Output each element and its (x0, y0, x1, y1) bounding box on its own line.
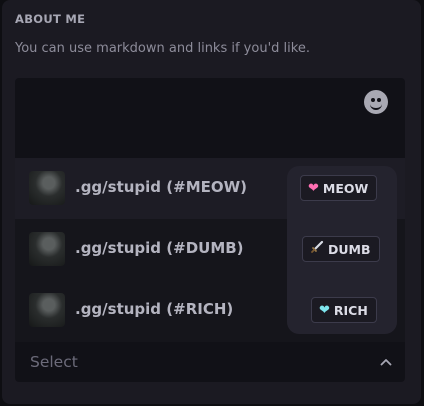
tag-label: MEOW (322, 181, 369, 196)
section-title: ABOUT ME (15, 12, 86, 26)
avatar (29, 293, 65, 327)
tag-label: DUMB (328, 242, 371, 257)
tag-label: RICH (333, 303, 368, 318)
avatar (29, 171, 65, 205)
option-label: .gg/stupid (#DUMB) (75, 239, 244, 257)
avatar (29, 232, 65, 266)
chevron-up-icon[interactable] (380, 356, 392, 368)
tag-dumb[interactable]: DUMB (302, 236, 380, 262)
option-label: .gg/stupid (#MEOW) (75, 178, 248, 196)
section-description: You can use markdown and links if you'd … (15, 41, 310, 56)
tag-meow[interactable]: ❤ MEOW (300, 175, 378, 201)
about-me-panel: ABOUT ME You can use markdown and links … (2, 0, 421, 404)
smiley-icon[interactable] (364, 90, 388, 114)
tag-rich[interactable]: ❤ RICH (311, 297, 377, 323)
sword-icon (310, 237, 324, 263)
pink-heart-icon: ❤ (308, 180, 319, 196)
cyan-heart-icon: ❤ (319, 302, 330, 318)
about-me-textarea[interactable] (15, 78, 405, 158)
tag-popover: ❤ MEOW DUMB ❤ RICH (287, 166, 397, 334)
option-label: .gg/stupid (#RICH) (75, 300, 234, 318)
select-placeholder: Select (30, 353, 78, 371)
select-dropdown[interactable]: Select (15, 342, 405, 382)
